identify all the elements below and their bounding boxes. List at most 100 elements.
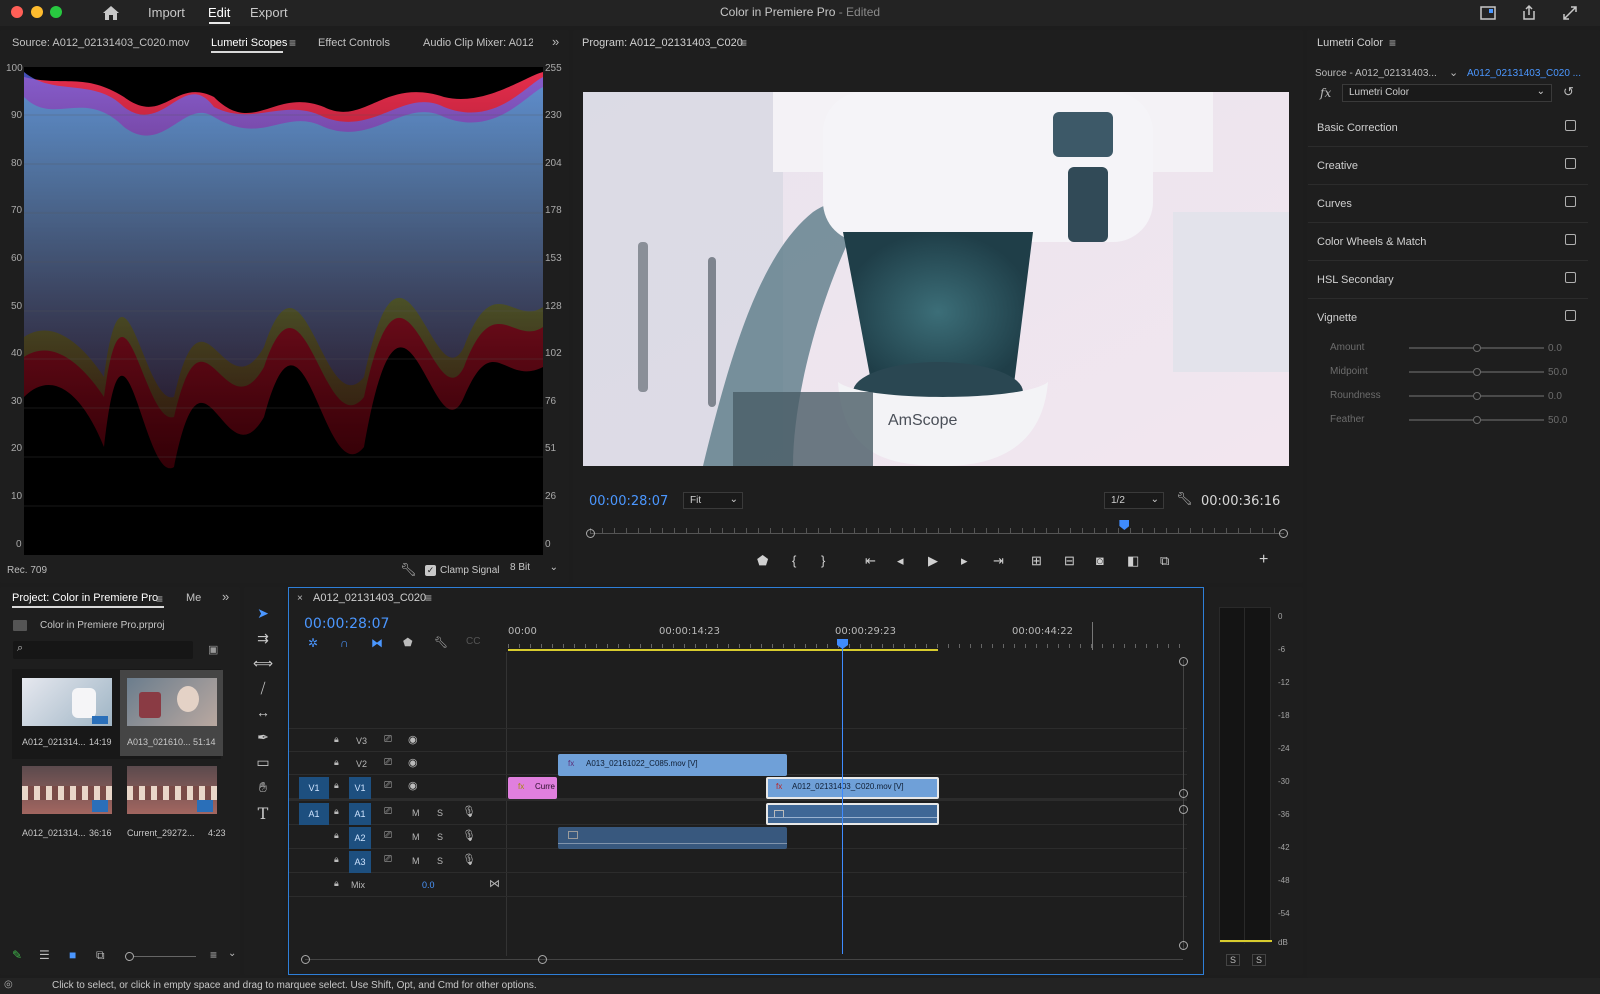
clip-v1-current[interactable]: fx Curre [508,777,557,799]
mark-out-icon[interactable]: } [821,553,825,568]
pen-tool-icon[interactable]: ✒ [252,729,274,746]
program-playhead-timecode[interactable]: 00:00:28:07 [589,494,668,509]
freeform-view-icon[interactable]: ⧉ [96,948,105,963]
horizontal-scrollbar[interactable] [305,959,1183,960]
eye-icon[interactable]: ◉ [408,733,418,746]
source-patch-v1[interactable]: V1 [299,777,329,799]
program-video-frame[interactable]: AmScope [583,92,1289,466]
mark-in-icon[interactable]: { [792,553,796,568]
scroll-handle[interactable] [1179,805,1188,814]
microphone-icon[interactable]: 🎙︎ [462,805,476,818]
project-search-input[interactable]: ⌕ [13,641,193,659]
menu-import[interactable]: Import [148,5,185,20]
vignette-amount-value[interactable]: 0.0 [1548,343,1562,354]
eye-icon[interactable]: ◉ [408,756,418,769]
fullscreen-icon[interactable] [1562,5,1578,21]
panel-menu-icon[interactable]: ≡ [156,592,163,606]
play-icon[interactable]: ▶ [928,553,938,569]
icon-view-icon[interactable]: ■ [69,948,76,962]
scroll-handle[interactable] [1179,941,1188,950]
mix-volume-value[interactable]: 0.0 [422,880,435,890]
pencil-icon[interactable]: ✎ [12,948,22,962]
resolution-dropdown[interactable]: 1/2 ⌄ [1104,492,1164,509]
microphone-icon[interactable]: 🎙︎ [462,853,476,866]
lock-icon[interactable]: 🔒︎ [334,854,339,865]
work-area-bar[interactable] [508,649,938,651]
new-bin-icon[interactable]: ▣ [208,643,218,656]
track-name[interactable]: A2 [349,827,371,849]
sequence-clip-link[interactable]: A012_02131403_C020 ... [1467,68,1581,79]
scroll-start-handle[interactable] [586,529,595,538]
clip-v1-selected[interactable]: fx A012_02131403_C020.mov [V] [766,777,939,799]
razor-tool-icon[interactable]: ⧸ [252,680,274,697]
menu-edit[interactable]: Edit [208,5,230,20]
lock-icon[interactable]: 🔒︎ [334,757,339,768]
lock-icon[interactable]: 🔒︎ [334,780,339,791]
project-item-name[interactable]: A012_021314... [22,737,86,747]
project-item-thumb[interactable] [127,766,217,814]
program-monitor-title[interactable]: Program: A012_02131403_C020 [582,37,743,49]
section-hsl-secondary[interactable]: HSL Secondary [1317,274,1394,286]
share-icon[interactable] [1521,4,1537,21]
step-back-icon[interactable]: ◂ [897,553,904,569]
step-forward-icon[interactable]: ▸ [961,553,968,569]
solo-right-button[interactable]: S [1252,954,1267,966]
tab-effect-controls[interactable]: Effect Controls [318,37,390,49]
solo-button[interactable]: S [437,856,443,866]
color-standard-label[interactable]: Rec. 709 [7,565,47,576]
wrench-icon[interactable]: 🔧︎ [434,636,448,649]
creative-toggle[interactable] [1565,158,1576,169]
program-scrubber[interactable] [586,520,1288,542]
effect-dropdown[interactable]: Lumetri Color ⌄ [1342,84,1552,102]
minimize-window-button[interactable] [31,6,43,18]
extract-icon[interactable]: ⊟ [1064,553,1075,569]
panel-menu-icon[interactable]: ≡ [1389,36,1396,50]
vignette-toggle[interactable] [1565,310,1576,321]
camera-icon[interactable]: ◙ [1096,553,1104,568]
clip-a2[interactable] [558,827,787,849]
captions-icon[interactable]: CC [466,636,480,647]
reset-effect-icon[interactable]: ↺ [1563,84,1574,100]
slider-knob[interactable] [1472,344,1481,352]
section-vignette[interactable]: Vignette [1317,312,1357,324]
clip-v2[interactable]: fx A013_02161022_C085.mov [V] [558,754,787,776]
chevron-down-icon[interactable]: ⌄ [1449,66,1458,79]
wrench-icon[interactable]: 🔧︎ [400,562,417,578]
tab-project[interactable]: Project: Color in Premiere Pro [12,592,158,604]
fx-badge[interactable]: fx [1320,86,1331,100]
timeline-playhead-timecode[interactable]: 00:00:28:07 [304,616,389,632]
timeline-ruler[interactable]: 00:00 00:00:14:23 00:00:29:23 00:00:44:2… [508,622,1184,652]
track-select-tool-icon[interactable]: ⇉ [252,630,274,647]
clamp-signal-checkbox[interactable]: ✓ [425,565,436,576]
zoom-scroll-start[interactable] [301,955,310,964]
section-basic-correction[interactable]: Basic Correction [1317,122,1398,134]
lock-icon[interactable]: 🔒︎ [334,830,339,841]
zoom-slider[interactable] [134,956,196,957]
close-window-button[interactable] [11,6,23,18]
eye-icon[interactable]: ◉ [408,779,418,792]
track-name[interactable]: V3 [356,736,367,746]
scroll-end-handle[interactable] [1279,529,1288,538]
section-curves[interactable]: Curves [1317,198,1352,210]
vignette-feather-slider[interactable] [1409,416,1544,424]
lift-icon[interactable]: ⊞ [1031,553,1042,569]
zoom-scroll-end[interactable] [538,955,547,964]
tab-sequence[interactable]: A012_02131403_C020 [313,592,426,604]
slip-tool-icon[interactable]: ↔ [252,704,274,720]
lock-icon[interactable]: 🔒︎ [334,734,339,745]
sync-lock-icon[interactable]: ⎚ [384,757,392,768]
solo-button[interactable]: S [437,832,443,842]
vignette-amount-slider[interactable] [1409,344,1544,352]
linked-selection-icon[interactable]: ⧓ [371,636,383,650]
sync-lock-icon[interactable]: ⎚ [384,780,392,791]
button-editor-plus-icon[interactable]: + [1259,551,1268,569]
go-to-out-icon[interactable]: ⇥ [993,553,1004,569]
scroll-handle[interactable] [1179,789,1188,798]
zoom-slider-knob[interactable] [125,952,134,961]
go-to-in-icon[interactable]: ⇤ [865,553,876,569]
sync-lock-icon[interactable]: ⎚ [384,806,392,817]
workspaces-icon[interactable] [1480,5,1496,21]
slider-knob[interactable] [1472,416,1481,424]
lumetri-color-title[interactable]: Lumetri Color [1317,37,1383,49]
vignette-roundness-value[interactable]: 0.0 [1548,391,1562,402]
